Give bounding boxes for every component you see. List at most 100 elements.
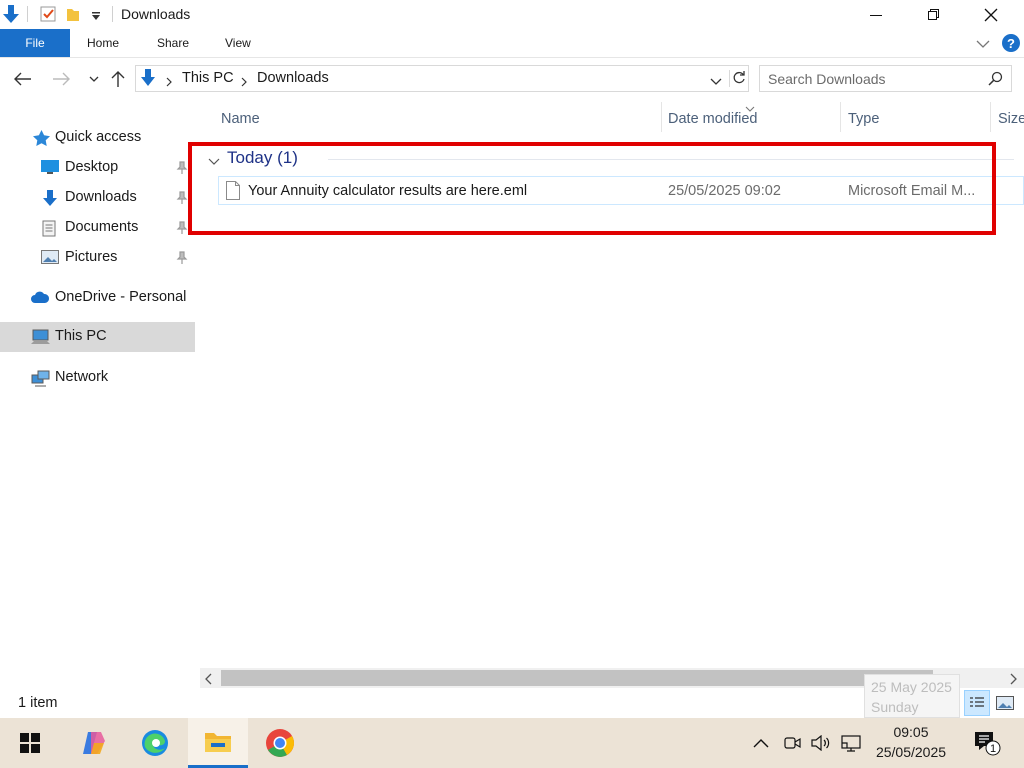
chevron-up-icon	[753, 739, 769, 748]
folder-icon	[205, 732, 231, 752]
refresh-icon[interactable]	[729, 70, 745, 87]
chrome-icon	[266, 729, 294, 757]
properties-icon[interactable]	[40, 6, 56, 22]
sidebar-item-label: This PC	[55, 328, 107, 344]
search-input[interactable]	[768, 70, 978, 88]
download-arrow-icon[interactable]	[2, 5, 20, 25]
star-icon	[33, 130, 51, 146]
file-list: Name Date modified Type Size Today (1) Y…	[188, 102, 1024, 690]
sidebar-item-downloads[interactable]: Downloads	[0, 183, 195, 213]
column-header-name[interactable]: Name	[221, 102, 260, 136]
taskbar-copilot[interactable]	[64, 718, 124, 768]
taskbar-clock[interactable]: 09:05 25/05/2025	[866, 722, 956, 762]
close-icon	[984, 8, 998, 21]
column-header-type[interactable]: Type	[848, 102, 879, 136]
forward-arrow-icon	[53, 72, 70, 86]
clock-time: 09:05	[893, 724, 929, 740]
notification-count: 1	[989, 743, 997, 755]
chevron-right-icon[interactable]	[165, 74, 173, 87]
details-view-button[interactable]	[964, 690, 990, 716]
date-tooltip: 25 May 2025 Sunday	[864, 674, 960, 718]
documents-icon	[42, 220, 60, 237]
volume-icon[interactable]	[810, 732, 832, 754]
up-arrow-icon	[111, 71, 125, 87]
computer-icon	[31, 329, 50, 345]
tab-file[interactable]: File	[0, 29, 70, 57]
sidebar-item-onedrive[interactable]: OneDrive - Personal	[0, 283, 195, 313]
tooltip-day: Sunday	[871, 699, 919, 715]
pin-icon[interactable]	[176, 251, 190, 265]
tab-share[interactable]: Share	[140, 29, 206, 57]
tooltip-date: 25 May 2025	[871, 679, 952, 695]
forward-button[interactable]	[50, 68, 72, 90]
back-arrow-icon	[14, 72, 31, 86]
item-count: 1 item	[18, 695, 58, 711]
network-status-icon[interactable]	[840, 732, 862, 754]
large-icons-view-button[interactable]	[992, 690, 1018, 716]
sidebar-item-desktop[interactable]: Desktop	[0, 153, 195, 183]
windows-logo-icon	[20, 733, 40, 753]
scrollbar-thumb[interactable]	[221, 670, 933, 686]
pictures-icon	[41, 250, 59, 266]
taskbar-file-explorer[interactable]	[188, 718, 248, 768]
sidebar-item-label: Quick access	[55, 129, 142, 145]
cloud-icon	[30, 290, 50, 306]
sidebar-item-this-pc[interactable]: This PC	[0, 322, 195, 352]
new-folder-icon[interactable]	[66, 6, 80, 22]
ribbon-tabs: File Home Share View ?	[0, 29, 1024, 58]
status-bar: 1 item 25 May 2025 Sunday	[0, 674, 1024, 718]
search-box[interactable]	[759, 65, 1012, 92]
sidebar-item-pictures[interactable]: Pictures	[0, 243, 195, 273]
customize-toolbar-icon[interactable]	[90, 9, 102, 21]
large-icons-view-icon	[996, 696, 1014, 710]
breadcrumb-this-pc[interactable]: This PC	[182, 70, 234, 86]
details-view-icon	[970, 697, 984, 707]
address-bar[interactable]: This PC Downloads	[135, 65, 749, 92]
window-title: Downloads	[121, 6, 191, 22]
taskbar-chrome[interactable]	[250, 718, 310, 768]
sidebar-item-quick-access[interactable]: Quick access	[0, 123, 195, 153]
start-button[interactable]	[0, 718, 60, 768]
close-button[interactable]	[962, 0, 1020, 29]
notification-center-button[interactable]: 1	[972, 732, 1002, 756]
sidebar-item-network[interactable]: Network	[0, 363, 195, 393]
sidebar-item-label: Pictures	[65, 249, 118, 265]
expand-ribbon-icon[interactable]	[976, 37, 990, 49]
sidebar-item-label: Network	[55, 369, 109, 385]
recent-locations-button[interactable]	[83, 68, 105, 90]
chevron-down-icon	[89, 76, 99, 82]
meet-now-icon[interactable]	[781, 732, 803, 754]
highlight-annotation-box	[188, 142, 996, 235]
navigation-row: This PC Downloads	[0, 58, 1024, 102]
column-header-size[interactable]: Size	[998, 102, 1024, 136]
search-icon[interactable]	[988, 71, 1003, 86]
column-header-date-modified[interactable]: Date modified	[668, 102, 757, 136]
up-button[interactable]	[107, 68, 129, 90]
scroll-right-icon[interactable]	[1008, 672, 1018, 685]
minimize-icon	[870, 14, 882, 16]
show-hidden-icons-button[interactable]	[750, 732, 772, 754]
restore-icon	[927, 9, 939, 20]
restore-button[interactable]	[904, 0, 962, 29]
navigation-pane: Quick access Desktop Downloads Documents…	[0, 102, 198, 690]
taskbar: 09:05 25/05/2025 1	[0, 718, 1024, 768]
sidebar-item-documents[interactable]: Documents	[0, 213, 195, 243]
breadcrumb-downloads[interactable]: Downloads	[257, 70, 329, 86]
download-arrow-icon	[42, 190, 60, 206]
tab-view[interactable]: View	[208, 29, 268, 57]
sidebar-item-label: Downloads	[65, 189, 137, 205]
copilot-icon	[83, 732, 105, 754]
minimize-button[interactable]	[847, 0, 905, 29]
taskbar-edge[interactable]	[125, 718, 185, 768]
svg-text:?: ?	[1007, 36, 1015, 51]
help-icon[interactable]: ?	[1002, 34, 1020, 52]
sidebar-item-label: Documents	[65, 219, 139, 235]
address-dropdown-icon[interactable]	[710, 74, 722, 85]
tab-home[interactable]: Home	[70, 29, 136, 57]
scroll-left-icon[interactable]	[204, 672, 214, 685]
title-bar: Downloads	[0, 0, 1024, 29]
chevron-right-icon[interactable]	[240, 74, 248, 87]
desktop-icon	[41, 160, 59, 176]
download-arrow-icon	[140, 69, 156, 87]
back-button[interactable]	[12, 68, 34, 90]
